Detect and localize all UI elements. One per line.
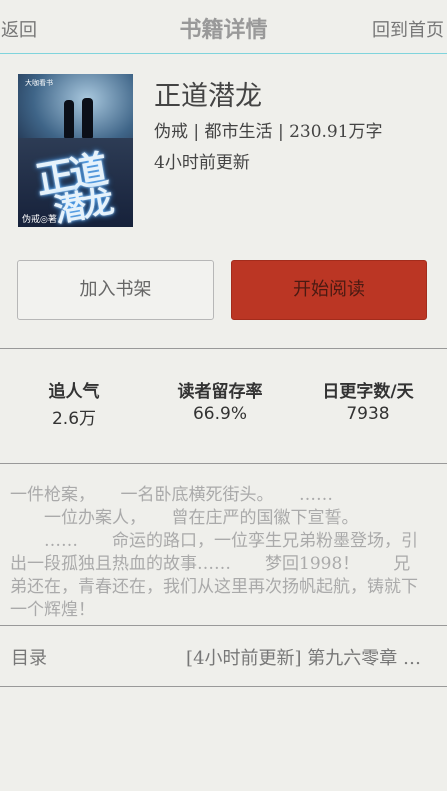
top-nav-bar: 返回 书籍详情 回到首页 (0, 0, 447, 54)
stat-daily-words: 日更字数/天 7938 (312, 377, 424, 424)
cover-title-calligraphy-2: 潜龙 (51, 182, 113, 227)
book-title: 正道潜龙 (154, 81, 262, 112)
stat-retention: 读者留存率 66.9% (165, 377, 275, 424)
table-of-contents-row[interactable]: 目录 [4小时前更新] 第九六零章 … (0, 628, 447, 686)
stat-label: 读者留存率 (177, 382, 263, 402)
stat-value: 7938 (346, 404, 390, 424)
divider (0, 348, 447, 349)
book-meta: 伪戒 | 都市生活 | 230.91万字 (154, 122, 383, 142)
start-reading-button[interactable]: 开始阅读 (231, 260, 427, 320)
cover-figure-right (82, 98, 93, 138)
add-to-shelf-button[interactable]: 加入书架 (17, 260, 214, 320)
cover-author: 伪戒◎著 (22, 215, 57, 225)
stat-value: 2.6万 (51, 409, 97, 429)
stat-label: 日更字数/天 (322, 382, 414, 402)
toc-label: 目录 (11, 648, 47, 669)
book-description: 一件枪案， 一名卧底横死街头。 …… 一位办案人， 曾在庄严的国徽下宣誓。 ……… (10, 485, 418, 620)
home-button[interactable]: 回到首页 (372, 16, 444, 42)
cover-publisher-tag: 大咖看书 (25, 79, 53, 87)
divider (0, 463, 447, 464)
latest-chapter[interactable]: [4小时前更新] 第九六零章 … (186, 644, 421, 670)
book-update-time: 4小时前更新 (154, 153, 250, 173)
cover-figure-left (64, 100, 74, 138)
book-cover-image: 大咖看书 正道 潜龙 伪戒◎著 (18, 74, 133, 227)
divider (0, 686, 447, 687)
divider (0, 625, 447, 626)
stat-label: 追人气 (48, 382, 100, 402)
stat-value: 66.9% (192, 404, 247, 424)
stat-popularity: 追人气 2.6万 (30, 377, 118, 429)
